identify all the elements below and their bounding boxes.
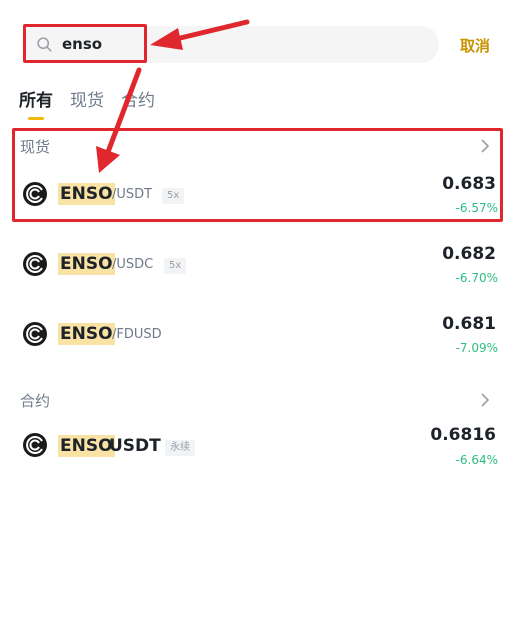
perpetual-badge: 永续 [165,440,195,456]
pair-base: ENSO [58,253,115,275]
tab-bar: 所有 现货 合约 [19,86,172,111]
pair-base: ENSO [58,435,115,457]
price: 0.6816 [430,425,496,445]
price-change: -6.64% [455,453,498,467]
futures-section-title: 合约 [20,392,51,410]
tab-all[interactable]: 所有 [19,86,53,111]
price: 0.682 [442,244,496,264]
pair-base: ENSO [58,323,115,345]
annotation-box-result [12,128,503,222]
price: 0.681 [442,314,496,334]
enso-coin-icon [23,252,47,276]
enso-coin-icon [23,433,47,457]
chevron-right-icon[interactable] [478,393,492,407]
pair-quote: /FDUSD [112,327,162,342]
leverage-badge: 5x [164,258,187,274]
tab-spot[interactable]: 现货 [70,86,104,111]
active-tab-indicator [28,117,44,120]
price-change: -6.70% [455,271,498,285]
list-item[interactable]: ENSO /USDC 5x 0.682 -6.70% [0,240,516,290]
list-item[interactable]: ENSO /FDUSD 0.681 -7.09% [0,310,516,360]
tab-futures[interactable]: 合约 [121,86,155,111]
enso-coin-icon [23,322,47,346]
list-item[interactable]: ENSO USDT 永续 0.6816 -6.64% [0,420,516,470]
pair-quote: USDT [109,436,161,456]
cancel-button[interactable]: 取消 [460,35,490,56]
pair-quote: /USDC [112,257,154,272]
annotation-box-search [23,24,147,63]
price-change: -7.09% [455,341,498,355]
